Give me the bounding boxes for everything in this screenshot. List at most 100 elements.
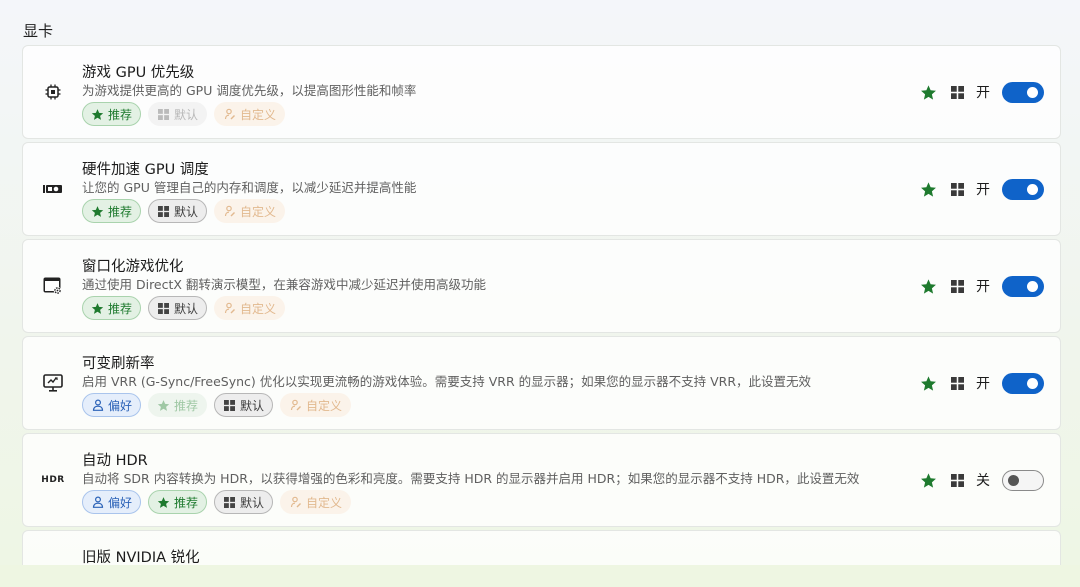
recommend-chip[interactable]: 推荐 xyxy=(148,393,208,417)
chip-label: 推荐 xyxy=(108,301,133,316)
preset-chips: 推荐 默认 自定义 xyxy=(82,102,286,126)
setting-card-hw-gpu-scheduling: 硬件加速 GPU 调度 让您的 GPU 管理自己的内存和调度，以减少延迟并提高性… xyxy=(22,142,1061,236)
star-icon[interactable] xyxy=(920,181,937,198)
chip-label: 默认 xyxy=(240,495,265,510)
star-icon[interactable] xyxy=(920,84,937,101)
chip-label: 偏好 xyxy=(108,398,133,413)
toggle-state-label: 开 xyxy=(976,279,990,295)
setting-title: 硬件加速 GPU 调度 xyxy=(82,162,209,178)
recommend-chip[interactable]: 推荐 xyxy=(148,490,208,514)
user-edit-icon xyxy=(289,496,302,509)
prefer-chip[interactable]: 偏好 xyxy=(82,393,142,417)
preset-chips: 偏好 推荐 默认 自定义 xyxy=(82,393,352,417)
toggle-state-label: 关 xyxy=(976,473,990,489)
preset-chips: 推荐 默认 自定义 xyxy=(82,199,286,223)
toggle-knob xyxy=(1027,183,1038,195)
setting-controls: 开 xyxy=(920,80,1044,104)
hdr-icon: HDR xyxy=(41,470,65,490)
toggle-switch[interactable] xyxy=(1002,275,1044,297)
chip-label: 默认 xyxy=(174,301,199,316)
prefer-chip[interactable]: 偏好 xyxy=(82,490,142,514)
default-chip[interactable]: 默认 xyxy=(148,102,208,126)
star-icon[interactable] xyxy=(920,278,937,295)
setting-controls: 开 xyxy=(920,177,1044,201)
toggle-switch[interactable] xyxy=(1002,81,1044,103)
windows-grid-icon[interactable] xyxy=(951,473,964,487)
toggle-knob xyxy=(1027,377,1038,389)
setting-description: 通过使用 DirectX 翻转演示模型，在兼容游戏中减少延迟并使用高级功能 xyxy=(82,277,486,292)
chip-label: 自定义 xyxy=(306,398,343,413)
toggle-knob xyxy=(1027,280,1038,292)
setting-description: 为游戏提供更高的 GPU 调度优先级，以提高图形性能和帧率 xyxy=(82,83,417,98)
star-icon xyxy=(157,399,170,412)
windows-grid-icon xyxy=(157,205,170,218)
recommend-chip[interactable]: 推荐 xyxy=(82,102,142,126)
star-icon[interactable] xyxy=(920,472,937,489)
setting-card-auto-hdr: HDR 自动 HDR 自动将 SDR 内容转换为 HDR，以获得增强的色彩和亮度… xyxy=(22,433,1061,527)
chip-label: 默认 xyxy=(240,398,265,413)
setting-title: 可变刷新率 xyxy=(82,356,155,372)
user-icon xyxy=(91,496,104,509)
windows-grid-icon[interactable] xyxy=(951,182,964,196)
toggle-switch[interactable] xyxy=(1002,469,1044,491)
windows-grid-icon xyxy=(223,496,236,509)
setting-description: 让您的 GPU 管理自己的内存和调度，以减少延迟并提高性能 xyxy=(82,180,417,195)
setting-controls: 关 xyxy=(920,468,1044,492)
user-edit-icon xyxy=(289,399,302,412)
user-edit-icon xyxy=(223,205,236,218)
custom-chip[interactable]: 自定义 xyxy=(214,296,286,320)
section-title: 显卡 xyxy=(23,22,54,40)
star-icon xyxy=(91,108,104,121)
chip-label: 默认 xyxy=(174,107,199,122)
star-icon xyxy=(91,302,104,315)
setting-title: 旧版 NVIDIA 锐化 xyxy=(82,550,200,566)
chip-label: 推荐 xyxy=(108,204,133,219)
toggle-state-label: 开 xyxy=(976,182,990,198)
windows-grid-icon xyxy=(157,108,170,121)
setting-description: 自动将 SDR 内容转换为 HDR，以获得增强的色彩和亮度。需要支持 HDR 的… xyxy=(82,471,860,486)
recommend-chip[interactable]: 推荐 xyxy=(82,199,142,223)
setting-controls: 开 xyxy=(920,274,1044,298)
windows-grid-icon[interactable] xyxy=(951,279,964,293)
recommend-chip[interactable]: 推荐 xyxy=(82,296,142,320)
chip-label: 自定义 xyxy=(240,301,277,316)
custom-chip[interactable]: 自定义 xyxy=(280,393,352,417)
user-edit-icon xyxy=(223,108,236,121)
custom-chip[interactable]: 自定义 xyxy=(280,490,352,514)
custom-chip[interactable]: 自定义 xyxy=(214,199,286,223)
chip-label: 推荐 xyxy=(174,495,199,510)
chip-label: 自定义 xyxy=(240,204,277,219)
hdr-icon-text: HDR xyxy=(41,475,65,485)
window-settings-icon xyxy=(43,276,63,296)
cpu-chip-icon xyxy=(43,82,63,102)
bottom-band xyxy=(0,565,1080,587)
toggle-switch[interactable] xyxy=(1002,178,1044,200)
preset-chips: 偏好 推荐 默认 自定义 xyxy=(82,490,352,514)
custom-chip[interactable]: 自定义 xyxy=(214,102,286,126)
windows-grid-icon[interactable] xyxy=(951,376,964,390)
default-chip[interactable]: 默认 xyxy=(214,490,274,514)
setting-description: 启用 VRR (G-Sync/FreeSync) 优化以实现更流畅的游戏体验。需… xyxy=(82,374,812,389)
chip-label: 默认 xyxy=(174,204,199,219)
windows-grid-icon xyxy=(157,302,170,315)
setting-title: 窗口化游戏优化 xyxy=(82,259,184,275)
monitor-refresh-icon xyxy=(43,373,63,393)
setting-title: 游戏 GPU 优先级 xyxy=(82,65,195,81)
star-icon xyxy=(157,496,170,509)
star-icon[interactable] xyxy=(920,375,937,392)
setting-card-game-gpu-priority: 游戏 GPU 优先级 为游戏提供更高的 GPU 调度优先级，以提高图形性能和帧率… xyxy=(22,45,1061,139)
chip-label: 自定义 xyxy=(240,107,277,122)
star-icon xyxy=(91,205,104,218)
user-icon xyxy=(91,399,104,412)
settings-list: 游戏 GPU 优先级 为游戏提供更高的 GPU 调度优先级，以提高图形性能和帧率… xyxy=(22,45,1061,587)
toggle-switch[interactable] xyxy=(1002,372,1044,394)
preset-chips: 推荐 默认 自定义 xyxy=(82,296,286,320)
windows-grid-icon[interactable] xyxy=(951,85,964,99)
toggle-knob xyxy=(1008,474,1019,486)
windows-grid-icon xyxy=(223,399,236,412)
default-chip[interactable]: 默认 xyxy=(214,393,274,417)
default-chip[interactable]: 默认 xyxy=(148,296,208,320)
chip-label: 推荐 xyxy=(174,398,199,413)
chip-label: 偏好 xyxy=(108,495,133,510)
default-chip[interactable]: 默认 xyxy=(148,199,208,223)
